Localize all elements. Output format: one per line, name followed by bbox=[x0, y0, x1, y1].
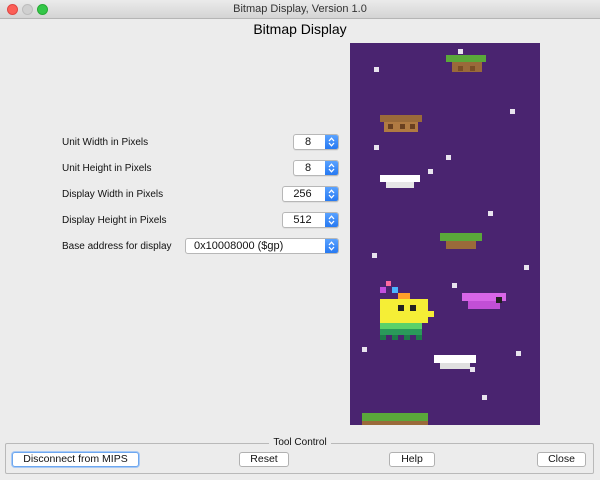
unit-height-value: 8 bbox=[304, 162, 312, 174]
pink-enemy bbox=[462, 293, 506, 309]
base-address-label: Base address for display bbox=[62, 241, 172, 252]
base-address-value: 0x10008000 ($gp) bbox=[194, 240, 284, 252]
stars bbox=[362, 49, 529, 400]
unit-height-label: Unit Height in Pixels bbox=[62, 163, 152, 174]
reset-button[interactable]: Reset bbox=[239, 452, 289, 467]
chevron-up-down-icon[interactable] bbox=[325, 135, 338, 149]
window-title: Bitmap Display, Version 1.0 bbox=[233, 3, 367, 15]
cloud-platform-lower bbox=[434, 355, 476, 369]
chevron-up-down-icon[interactable] bbox=[325, 187, 338, 201]
grass-platform-bottom bbox=[362, 413, 428, 425]
grass-platform-top bbox=[446, 55, 486, 72]
display-width-value: 256 bbox=[293, 188, 312, 200]
window-titlebar: Bitmap Display, Version 1.0 bbox=[0, 0, 600, 19]
panel-title: Bitmap Display bbox=[253, 21, 347, 37]
display-height-label: Display Height in Pixels bbox=[62, 215, 167, 226]
bitmap-display-canvas bbox=[350, 43, 540, 425]
display-height-value: 512 bbox=[293, 214, 312, 226]
display-width-selector[interactable]: 256 bbox=[282, 186, 339, 202]
base-address-dropdown[interactable]: 0x10008000 ($gp) bbox=[185, 238, 339, 254]
close-button[interactable]: Close bbox=[537, 452, 586, 467]
tool-control-legend: Tool Control bbox=[0, 437, 600, 448]
cloud-platform bbox=[380, 175, 420, 188]
chevron-up-down-icon[interactable] bbox=[325, 161, 338, 175]
display-width-label: Display Width in Pixels bbox=[62, 189, 164, 200]
unit-width-selector[interactable]: 8 bbox=[293, 134, 339, 150]
disconnect-button[interactable]: Disconnect from MIPS bbox=[12, 452, 139, 467]
grass-platform-middle bbox=[440, 233, 482, 249]
unit-height-selector[interactable]: 8 bbox=[293, 160, 339, 176]
brown-platform bbox=[380, 115, 422, 132]
unit-width-value: 8 bbox=[304, 136, 312, 148]
unit-width-label: Unit Width in Pixels bbox=[62, 137, 149, 148]
chevron-up-down-icon[interactable] bbox=[325, 213, 338, 227]
help-button[interactable]: Help bbox=[389, 452, 435, 467]
chevron-up-down-icon[interactable] bbox=[325, 239, 338, 253]
unicorn-player bbox=[380, 281, 434, 340]
display-height-selector[interactable]: 512 bbox=[282, 212, 339, 228]
